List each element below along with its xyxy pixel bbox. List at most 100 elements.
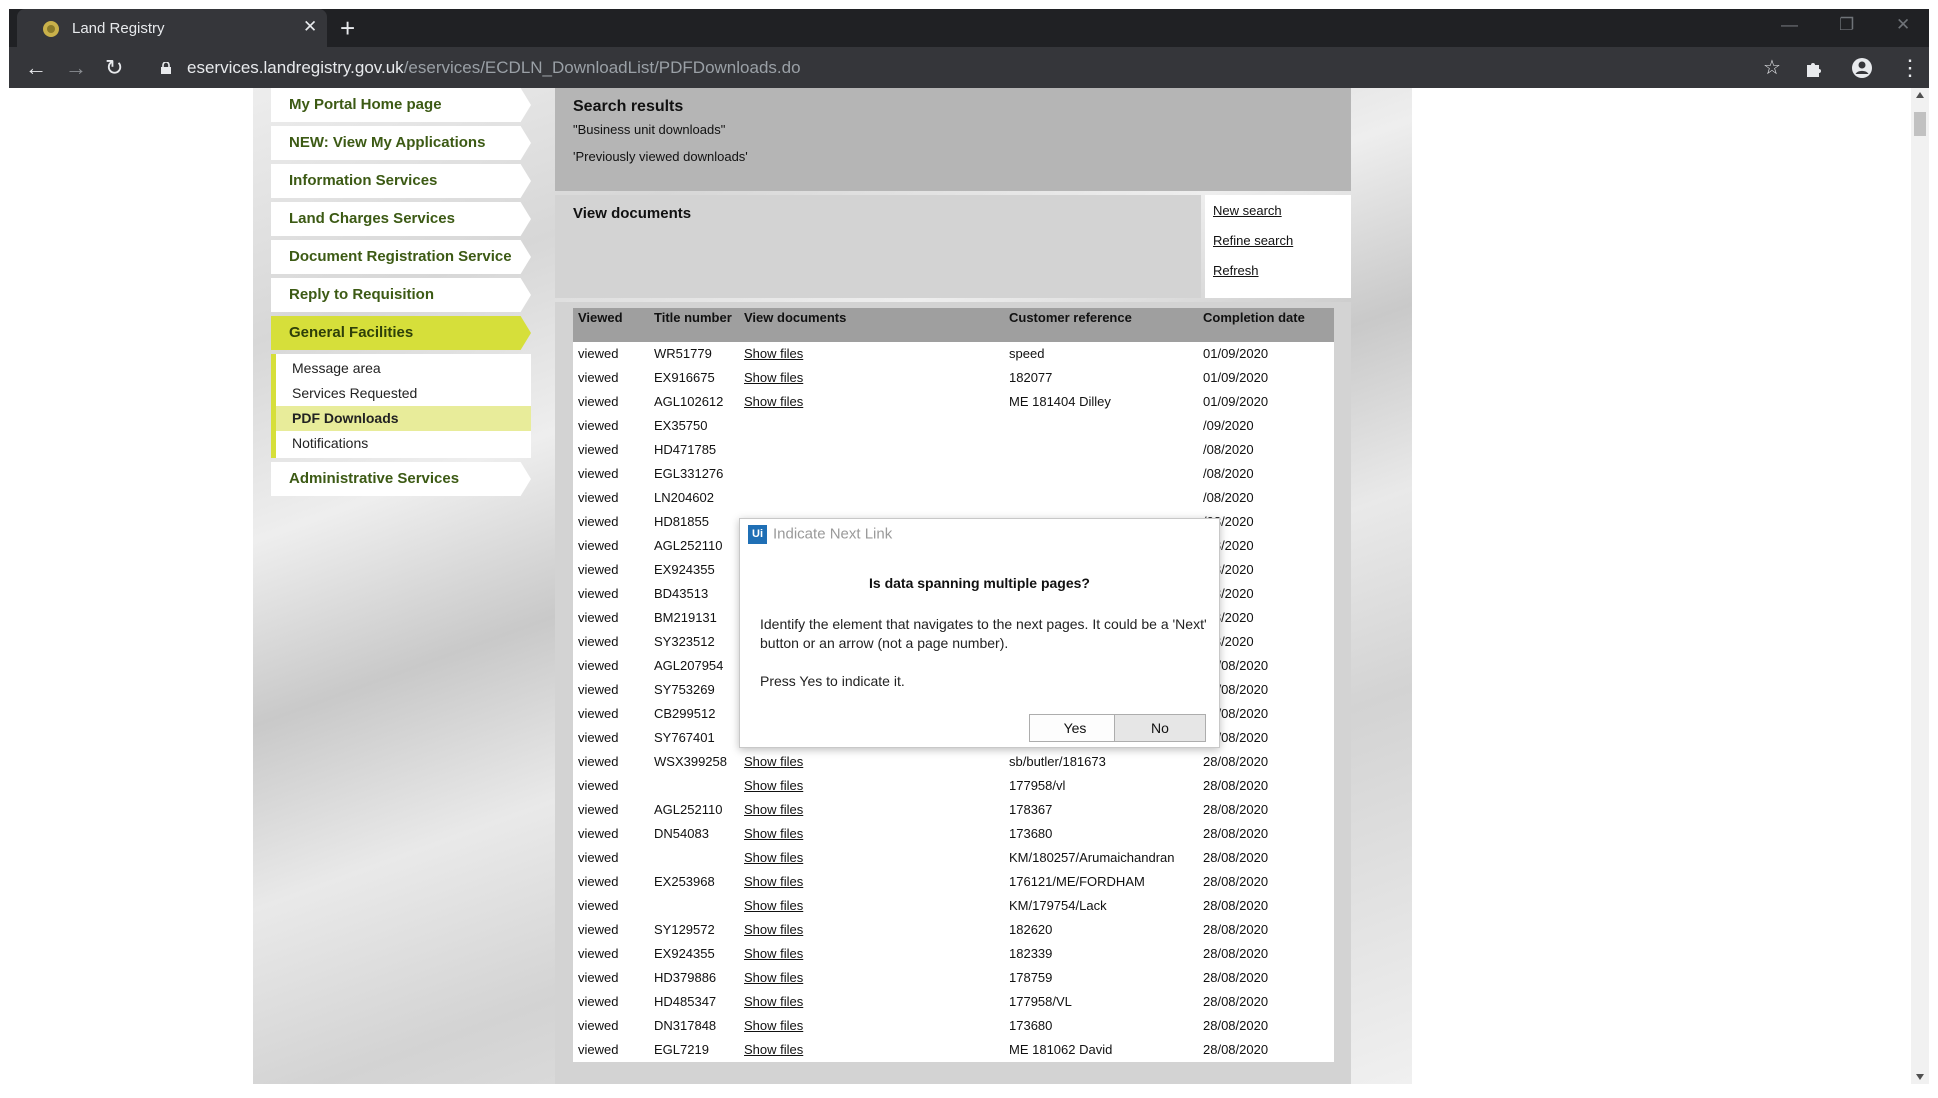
window-close-icon[interactable]: ✕ bbox=[1896, 15, 1910, 35]
refresh-link[interactable]: Refresh bbox=[1213, 263, 1343, 278]
show-files-link[interactable]: Show files bbox=[739, 894, 1004, 918]
cell-customer-reference: sb/butler/181673 bbox=[1004, 750, 1198, 774]
tab-title: Land Registry bbox=[72, 20, 165, 37]
cell-viewed: viewed bbox=[573, 606, 649, 630]
table-row: viewed EX916675 Show files 182077 01/09/2020 bbox=[573, 366, 1334, 390]
page-scrollbar[interactable] bbox=[1911, 88, 1929, 1084]
cell-view-documents bbox=[739, 438, 1004, 462]
cell-customer-reference: 182339 bbox=[1004, 942, 1198, 966]
cell-title-number: EX924355 bbox=[649, 942, 739, 966]
restore-icon[interactable]: ❐ bbox=[1839, 15, 1854, 35]
profile-avatar-icon[interactable] bbox=[1851, 57, 1873, 79]
subnav-notifications[interactable]: Notifications bbox=[276, 431, 531, 456]
cell-viewed: viewed bbox=[573, 678, 649, 702]
cell-completion-date: /08/2020 bbox=[1198, 462, 1334, 486]
table-row: viewed SY129572 Show files 182620 28/08/2020 bbox=[573, 918, 1334, 942]
cell-viewed: viewed bbox=[573, 966, 649, 990]
show-files-link[interactable]: Show files bbox=[739, 390, 1004, 414]
sidebar-item-document-registration[interactable]: Document Registration Service bbox=[271, 240, 531, 274]
no-button[interactable]: No bbox=[1114, 714, 1206, 742]
cell-viewed: viewed bbox=[573, 990, 649, 1014]
show-files-link[interactable]: Show files bbox=[739, 822, 1004, 846]
reload-icon[interactable]: ↻ bbox=[105, 55, 123, 81]
show-files-link[interactable]: Show files bbox=[739, 1014, 1004, 1038]
cell-title-number: HD379886 bbox=[649, 966, 739, 990]
cell-viewed: viewed bbox=[573, 918, 649, 942]
yes-button[interactable]: Yes bbox=[1029, 714, 1121, 742]
show-files-link[interactable]: Show files bbox=[739, 1038, 1004, 1062]
show-files-link[interactable]: Show files bbox=[739, 918, 1004, 942]
column-header-viewed: Viewed bbox=[573, 308, 649, 342]
lock-icon bbox=[161, 62, 171, 74]
cell-title-number: BM219131 bbox=[649, 606, 739, 630]
cell-title-number: SY323512 bbox=[649, 630, 739, 654]
extensions-icon[interactable] bbox=[1803, 57, 1825, 79]
cell-title-number: HD471785 bbox=[649, 438, 739, 462]
search-criteria-previously-viewed: 'Previously viewed downloads' bbox=[573, 149, 748, 164]
cell-completion-date: 28/08/2020 bbox=[1198, 822, 1334, 846]
show-files-link[interactable]: Show files bbox=[739, 750, 1004, 774]
show-files-link[interactable]: Show files bbox=[739, 774, 1004, 798]
cell-title-number: EGL7219 bbox=[649, 1038, 739, 1062]
sidebar-item-reply-requisition[interactable]: Reply to Requisition bbox=[271, 278, 531, 312]
sidebar-item-land-charges[interactable]: Land Charges Services bbox=[271, 202, 531, 236]
cell-title-number: EX35750 bbox=[649, 414, 739, 438]
cell-viewed: viewed bbox=[573, 558, 649, 582]
cell-view-documents bbox=[739, 414, 1004, 438]
cell-customer-reference: 177958/vl bbox=[1004, 774, 1198, 798]
back-icon[interactable]: ← bbox=[25, 55, 47, 81]
sidebar-item-view-applications[interactable]: NEW: View My Applications bbox=[271, 126, 531, 160]
page-viewport: My Portal Home page NEW: View My Applica… bbox=[9, 88, 1911, 1084]
cell-title-number: AGL252110 bbox=[649, 798, 739, 822]
tab-land-registry[interactable]: Land Registry ✕ bbox=[17, 9, 327, 47]
table-row: viewed WR51779 Show files speed 01/09/2020 bbox=[573, 342, 1334, 366]
table-row: viewed HD471785/08/2020 bbox=[573, 438, 1334, 462]
cell-viewed: viewed bbox=[573, 1038, 649, 1062]
show-files-link[interactable]: Show files bbox=[739, 870, 1004, 894]
sidebar-item-portal-home[interactable]: My Portal Home page bbox=[271, 88, 531, 122]
browser-menu-icon[interactable]: ⋮ bbox=[1899, 55, 1921, 81]
search-criteria-business: "Business unit downloads" bbox=[573, 122, 726, 137]
table-row: viewed DN54083 Show files 173680 28/08/2020 bbox=[573, 822, 1334, 846]
sidebar-item-information-services[interactable]: Information Services bbox=[271, 164, 531, 198]
forward-icon[interactable]: → bbox=[65, 55, 87, 81]
bookmark-star-icon[interactable]: ☆ bbox=[1763, 55, 1781, 80]
dialog-title: Indicate Next Link bbox=[773, 525, 893, 543]
sidebar-item-administrative-services[interactable]: Administrative Services bbox=[271, 462, 531, 496]
sidebar-item-general-facilities[interactable]: General Facilities bbox=[271, 316, 531, 350]
scrollbar-thumb[interactable] bbox=[1914, 112, 1926, 136]
minimize-icon[interactable]: — bbox=[1781, 15, 1798, 35]
show-files-link[interactable]: Show files bbox=[739, 366, 1004, 390]
view-documents-heading: View documents bbox=[555, 195, 1201, 298]
table-header-row: Viewed Title number View documents Custo… bbox=[573, 308, 1334, 342]
cell-viewed: viewed bbox=[573, 822, 649, 846]
subnav-message-area[interactable]: Message area bbox=[276, 356, 531, 381]
address-bar[interactable]: eservices.landregistry.gov.uk/eservices/… bbox=[187, 58, 801, 78]
cell-viewed: viewed bbox=[573, 534, 649, 558]
cell-customer-reference: ME 181062 David bbox=[1004, 1038, 1198, 1062]
cell-title-number: DN317848 bbox=[649, 1014, 739, 1038]
show-files-link[interactable]: Show files bbox=[739, 942, 1004, 966]
cell-title-number bbox=[649, 846, 739, 870]
search-results-heading: Search results bbox=[573, 98, 684, 115]
subnav-services-requested[interactable]: Services Requested bbox=[276, 381, 531, 406]
subnav-pdf-downloads[interactable]: PDF Downloads bbox=[276, 406, 531, 431]
cell-customer-reference bbox=[1004, 486, 1198, 510]
new-search-link[interactable]: New search bbox=[1213, 203, 1343, 218]
show-files-link[interactable]: Show files bbox=[739, 990, 1004, 1014]
search-actions: New search Refine search Refresh bbox=[1205, 195, 1351, 298]
table-row: viewed EX253968 Show files 176121/ME/FORDHA… bbox=[573, 870, 1334, 894]
scroll-up-arrow-icon[interactable] bbox=[1916, 92, 1924, 98]
new-tab-icon[interactable]: + bbox=[340, 13, 355, 44]
refine-search-link[interactable]: Refine search bbox=[1213, 233, 1343, 248]
cell-customer-reference bbox=[1004, 414, 1198, 438]
show-files-link[interactable]: Show files bbox=[739, 342, 1004, 366]
show-files-link[interactable]: Show files bbox=[739, 798, 1004, 822]
cell-completion-date: 01/09/2020 bbox=[1198, 342, 1334, 366]
tab-close-icon[interactable]: ✕ bbox=[303, 17, 317, 37]
show-files-link[interactable]: Show files bbox=[739, 846, 1004, 870]
show-files-link[interactable]: Show files bbox=[739, 966, 1004, 990]
table-row: viewed Show files KM/180257/Arumaichandran… bbox=[573, 846, 1334, 870]
dialog-instruction: Press Yes to indicate it. bbox=[760, 673, 905, 689]
scroll-down-arrow-icon[interactable] bbox=[1916, 1074, 1924, 1080]
